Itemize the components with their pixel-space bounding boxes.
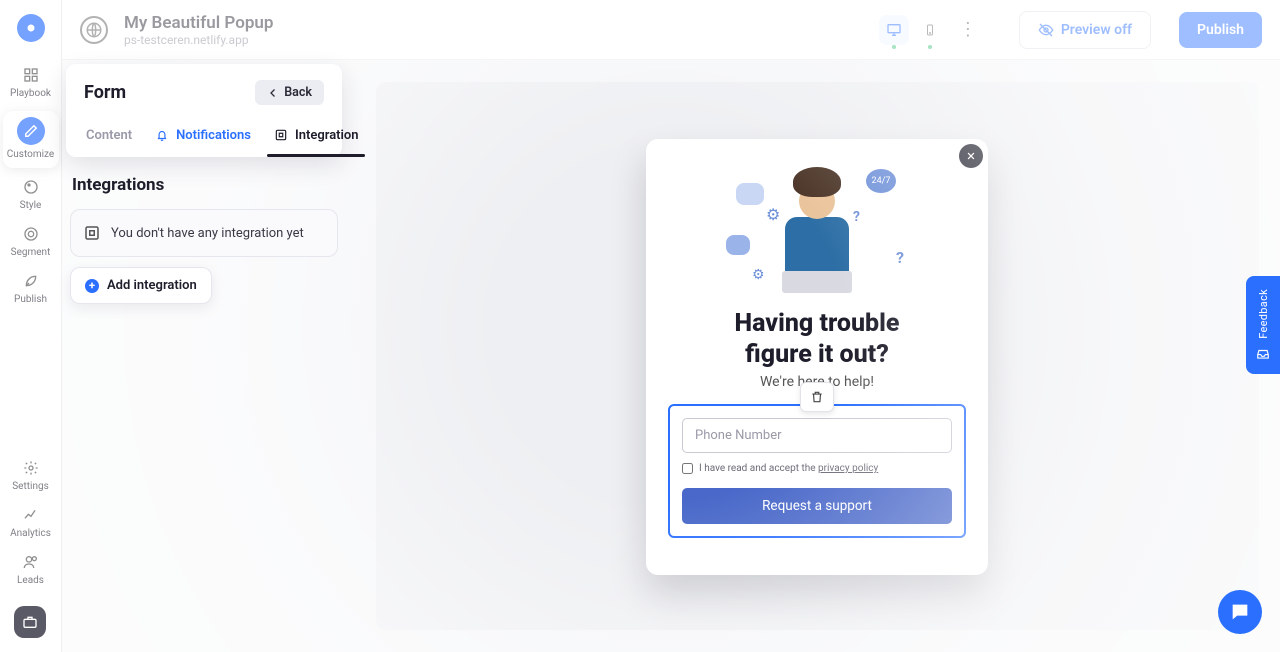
more-menu[interactable]: ⋮	[951, 15, 985, 44]
title-block: My Beautiful Popup ps-testceren.netlify.…	[124, 13, 273, 47]
popup-close-button[interactable]	[959, 144, 983, 168]
globe-icon[interactable]	[80, 16, 108, 44]
panel-title: Form	[84, 82, 126, 103]
rail-label: Settings	[12, 481, 49, 492]
rail-label: Style	[20, 200, 42, 211]
briefcase-icon	[22, 614, 38, 630]
rail-label: Publish	[14, 294, 47, 305]
palette-icon	[22, 178, 40, 196]
delete-element-button[interactable]	[800, 382, 834, 412]
rail-playbook[interactable]: Playbook	[3, 60, 59, 107]
rail-label: Leads	[17, 575, 44, 586]
popup-headline: Having troublefigure it out?	[668, 309, 966, 370]
briefcase-button[interactable]	[14, 606, 46, 638]
preview-toggle-button[interactable]: Preview off	[1019, 11, 1151, 49]
rail-leads[interactable]: Leads	[3, 547, 59, 594]
preview-canvas: 24/7 ⚙⚙ ?? Having troublefigure it out? …	[376, 82, 1259, 630]
rail-style[interactable]: Style	[3, 172, 59, 219]
close-icon	[966, 151, 976, 161]
privacy-link[interactable]: privacy policy	[818, 463, 878, 474]
rocket-icon	[22, 272, 40, 290]
grid-icon	[22, 66, 40, 84]
chat-launcher[interactable]	[1218, 590, 1262, 634]
desktop-icon	[885, 22, 903, 38]
consent-checkbox[interactable]	[682, 463, 693, 474]
customizer-panel: Form Back Content Notifications Integrat…	[66, 64, 342, 304]
gear-icon	[22, 459, 40, 477]
tab-content[interactable]: Content	[84, 119, 134, 157]
rail-customize[interactable]: Customize	[3, 111, 59, 168]
integrations-heading: Integrations	[70, 175, 338, 195]
rail-segment[interactable]: Segment	[3, 219, 59, 266]
rail-publish[interactable]: Publish	[3, 266, 59, 313]
popup-submit-button[interactable]: Request a support	[682, 488, 952, 524]
integration-icon	[273, 127, 289, 143]
integrations-empty-state: You don't have any integration yet	[70, 209, 338, 257]
rail-analytics[interactable]: Analytics	[3, 500, 59, 547]
mobile-icon	[924, 21, 936, 39]
rail-label: Segment	[11, 247, 51, 258]
popup-form-selected[interactable]: I have read and accept the privacy polic…	[668, 404, 966, 538]
rail-label: Customize	[7, 149, 54, 160]
rail-label: Playbook	[10, 88, 51, 99]
users-icon	[22, 553, 40, 571]
trash-icon	[810, 390, 824, 404]
left-rail: Playbook Customize Style Segment Publish…	[0, 0, 62, 652]
pencil-icon	[17, 117, 45, 145]
device-switcher: ⋮	[879, 15, 985, 45]
app-logo[interactable]	[17, 14, 45, 42]
rail-settings[interactable]: Settings	[3, 453, 59, 500]
badge-247: 24/7	[866, 169, 896, 193]
topbar: My Beautiful Popup ps-testceren.netlify.…	[62, 0, 1280, 60]
page-title: My Beautiful Popup	[124, 13, 273, 33]
phone-input[interactable]	[682, 418, 952, 453]
add-integration-button[interactable]: + Add integration	[70, 267, 212, 304]
chat-icon	[1229, 601, 1251, 623]
plus-circle-icon: +	[85, 279, 99, 293]
chart-line-icon	[22, 506, 40, 524]
popup-illustration: 24/7 ⚙⚙ ??	[732, 169, 902, 289]
feedback-tab[interactable]: Feedback	[1246, 276, 1280, 374]
back-button[interactable]: Back	[255, 80, 324, 105]
publish-button[interactable]: Publish	[1179, 12, 1262, 48]
inbox-icon	[1255, 347, 1271, 361]
target-icon	[22, 225, 40, 243]
page-subtitle: ps-testceren.netlify.app	[124, 33, 273, 47]
panel-tabs: Content Notifications Integration	[84, 119, 324, 157]
eye-off-icon	[1038, 22, 1054, 38]
tab-integration[interactable]: Integration	[271, 119, 361, 157]
bell-icon	[154, 127, 170, 143]
consent-row[interactable]: I have read and accept the privacy polic…	[682, 463, 952, 474]
integration-outline-icon	[83, 224, 101, 242]
arrow-left-icon	[267, 87, 279, 99]
device-mobile[interactable]	[915, 15, 945, 45]
device-desktop[interactable]	[879, 15, 909, 45]
tab-notifications[interactable]: Notifications	[152, 119, 253, 157]
popup-preview: 24/7 ⚙⚙ ?? Having troublefigure it out? …	[646, 139, 988, 575]
rail-label: Analytics	[10, 528, 51, 539]
